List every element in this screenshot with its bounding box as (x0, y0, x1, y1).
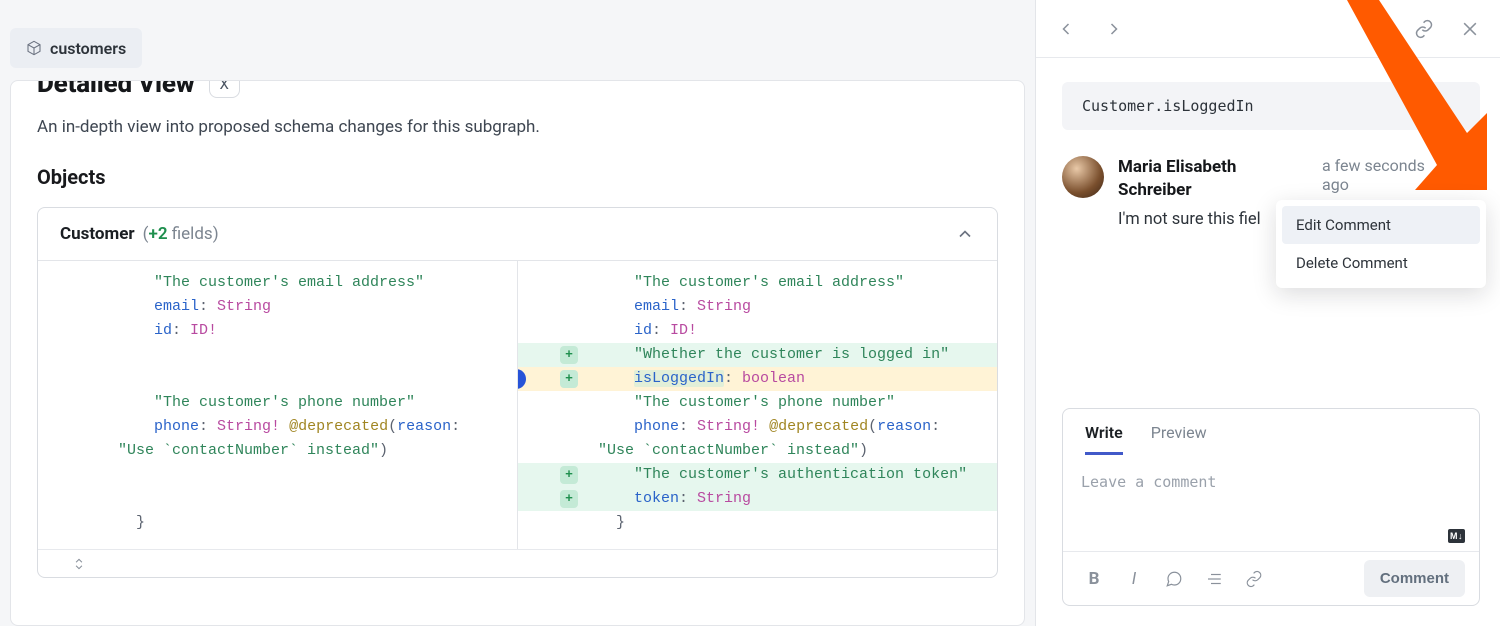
field-count: (+2 fields) (143, 224, 219, 244)
nav-back-button[interactable] (1056, 19, 1076, 39)
comment-menu-button[interactable] (1452, 156, 1480, 180)
package-icon (26, 40, 42, 56)
italic-icon[interactable]: I (1125, 570, 1143, 588)
tab-preview[interactable]: Preview (1151, 423, 1207, 455)
comment-placeholder: Leave a comment (1081, 473, 1216, 491)
comment-composer: Write Preview Leave a comment M↓ B I Co (1062, 408, 1480, 606)
comment-menu-dropdown: Edit Comment Delete Comment (1276, 200, 1486, 288)
toolbar-link-icon[interactable] (1245, 570, 1263, 588)
comment-author: Maria Elisabeth Schreiber (1118, 156, 1312, 202)
diff-card-header[interactable]: Customer (+2 fields) (38, 208, 997, 261)
page-title: Detailed View (37, 80, 195, 99)
context-chip: Customer.isLoggedIn (1062, 82, 1480, 130)
page-subtitle: An in-depth view into proposed schema ch… (37, 117, 998, 137)
expand-vertical-icon (72, 557, 86, 571)
tab-label: customers (50, 39, 126, 58)
avatar (1062, 156, 1104, 198)
type-name: Customer (60, 224, 135, 244)
list-icon[interactable] (1205, 570, 1223, 588)
code-icon[interactable] (1368, 19, 1388, 39)
diff-card: Customer (+2 fields) "The customer's ema… (37, 207, 998, 578)
edit-comment-item[interactable]: Edit Comment (1282, 206, 1480, 244)
comment-time: a few seconds ago (1322, 156, 1442, 194)
tab-write[interactable]: Write (1085, 423, 1123, 455)
highlighted-diff-line[interactable]: 1 + isLoggedIn: boolean (518, 367, 997, 391)
diff-before-column: "The customer's email address" email: St… (38, 261, 518, 549)
close-icon[interactable] (1460, 19, 1480, 39)
comment-bubble-icon[interactable] (1165, 570, 1183, 588)
link-icon[interactable] (1414, 19, 1434, 39)
expand-diff-button[interactable] (38, 549, 997, 577)
subgraph-tab[interactable]: customers (10, 28, 142, 68)
bold-icon[interactable]: B (1085, 570, 1103, 588)
objects-heading: Objects (37, 165, 998, 189)
chevron-up-icon[interactable] (955, 224, 975, 244)
delete-comment-item[interactable]: Delete Comment (1282, 244, 1480, 282)
diff-after-column: "The customer's email address" email: St… (518, 261, 997, 549)
comment-textarea[interactable]: Leave a comment M↓ (1063, 455, 1479, 551)
page-badge: X (209, 80, 240, 98)
nav-forward-button[interactable] (1104, 19, 1124, 39)
comment: Maria Elisabeth Schreiber a few seconds … (1062, 156, 1480, 229)
submit-comment-button[interactable]: Comment (1364, 560, 1465, 597)
markdown-icon: M↓ (1448, 529, 1465, 543)
